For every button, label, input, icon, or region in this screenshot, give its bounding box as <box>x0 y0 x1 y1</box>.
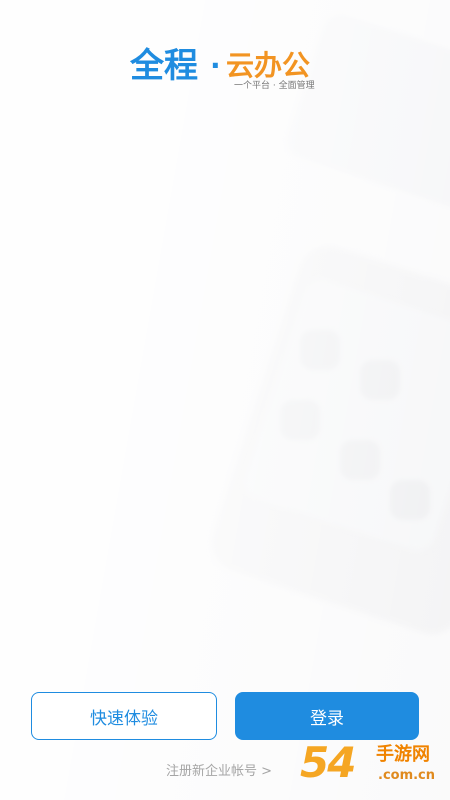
watermark-site-name: 手游网 <box>376 744 430 765</box>
watermark-number: 54 <box>300 738 356 787</box>
quick-experience-button[interactable]: 快速体验 <box>31 692 217 740</box>
logo-main-text: 全程 <box>130 46 198 86</box>
logo-tagline: 一个平台 · 全面管理 <box>234 81 315 91</box>
login-button[interactable]: 登录 <box>235 692 419 740</box>
background-wash <box>0 0 450 800</box>
watermark-domain: .com.cn <box>378 768 436 783</box>
login-screen: 全程 · 云办公 一个平台 · 全面管理 快速体验 登录 注册新企业帐号 > 5… <box>0 0 450 800</box>
logo-separator: · <box>210 49 221 82</box>
watermark-logo: 54 手游网 .com.cn <box>300 738 450 800</box>
register-company-link[interactable]: 注册新企业帐号 > <box>166 760 272 779</box>
app-logo: 全程 · 云办公 一个平台 · 全面管理 <box>130 45 330 95</box>
background-illustration <box>0 0 450 800</box>
